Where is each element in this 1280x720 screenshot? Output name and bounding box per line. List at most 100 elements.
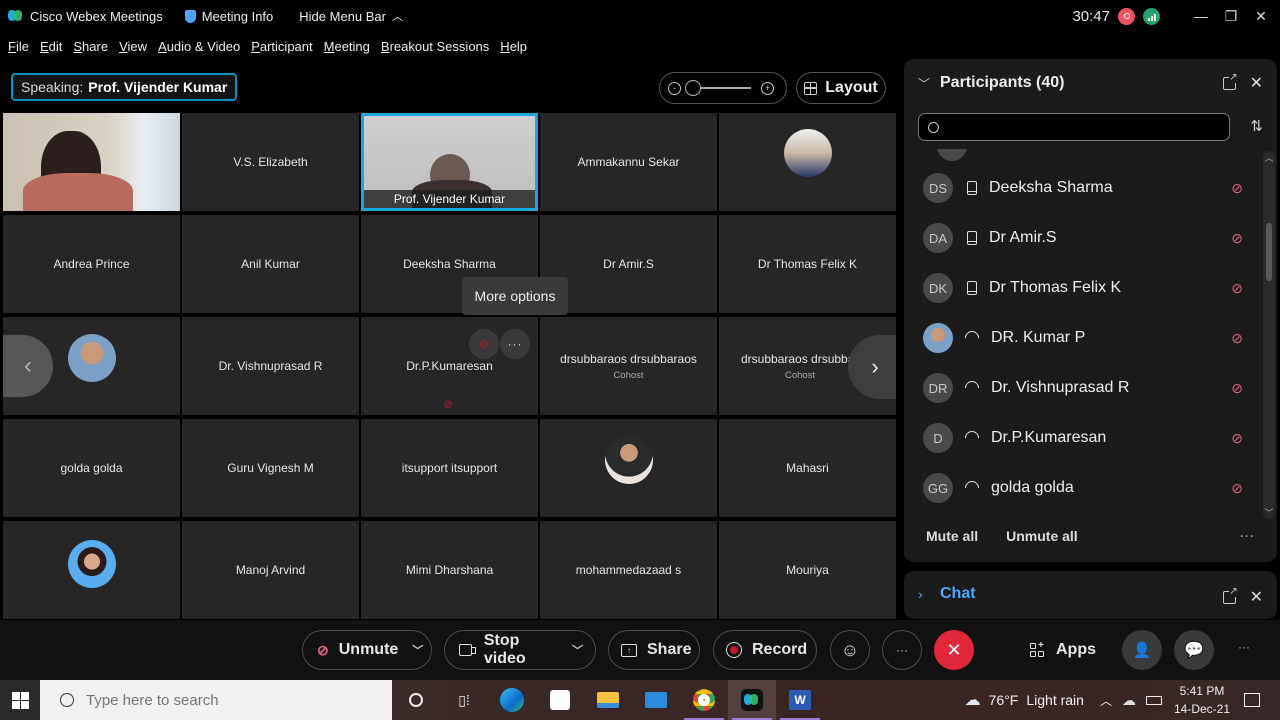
participant-tile-hovered[interactable]: Dr.P.Kumaresan ⊘ ··· ⊘ xyxy=(361,317,538,415)
close-icon[interactable]: ✕ xyxy=(1250,587,1263,607)
participant-tile[interactable]: golda golda xyxy=(3,419,180,517)
participant-tile[interactable] xyxy=(719,113,896,211)
store-app[interactable] xyxy=(536,680,584,720)
weather-temperature[interactable]: 76°F xyxy=(989,692,1019,708)
muted-mic-icon[interactable]: ⊘ xyxy=(1231,280,1243,297)
menu-share[interactable]: Share xyxy=(73,39,108,54)
recording-indicator-icon[interactable] xyxy=(1118,7,1135,25)
popout-icon[interactable] xyxy=(1222,585,1238,604)
participant-tile[interactable]: drsubbaraos drsubbaraos Cohost › xyxy=(719,317,896,415)
participant-tile[interactable]: Ammakannu Sekar xyxy=(540,113,717,211)
zoom-slider[interactable] xyxy=(685,80,751,96)
webex-app[interactable] xyxy=(728,680,776,720)
participant-tile[interactable]: Mahasri xyxy=(719,419,896,517)
participant-search-input[interactable] xyxy=(945,114,1225,140)
menu-view[interactable]: View xyxy=(119,39,147,54)
start-button[interactable] xyxy=(0,680,40,720)
reactions-button[interactable]: ☺ xyxy=(830,630,870,670)
active-speaker-tile[interactable]: Prof. Vijender Kumar xyxy=(361,113,538,211)
participant-tile[interactable]: Anil Kumar xyxy=(182,215,359,313)
participant-row[interactable]: GG golda golda ⊘ xyxy=(918,463,1248,513)
participant-tile[interactable]: Mimi Dharshana xyxy=(361,521,538,619)
participant-tile[interactable]: drsubbaraos drsubbaraos Cohost xyxy=(540,317,717,415)
close-icon[interactable]: ✕ xyxy=(1250,73,1263,93)
chrome-app[interactable] xyxy=(680,680,728,720)
participant-tile[interactable] xyxy=(540,419,717,517)
show-hidden-icons-icon[interactable]: ︿ xyxy=(1100,692,1112,709)
weather-cloud-icon[interactable]: ☁ xyxy=(965,690,981,710)
menu-edit[interactable]: Edit xyxy=(40,39,62,54)
network-health-icon[interactable] xyxy=(1143,7,1160,25)
record-button[interactable]: Record xyxy=(713,630,817,670)
battery-icon[interactable] xyxy=(1145,695,1162,705)
zoom-out-icon[interactable]: - xyxy=(668,81,681,95)
muted-mic-icon[interactable]: ⊘ xyxy=(1231,330,1243,347)
taskbar-search[interactable] xyxy=(40,680,392,720)
unmute-all-button[interactable]: Unmute all xyxy=(1006,528,1078,544)
mail-app[interactable] xyxy=(632,680,680,720)
tile-more-options-button[interactable]: ··· xyxy=(500,329,530,359)
participant-search-field[interactable] xyxy=(918,113,1230,141)
tile-mute-button[interactable]: ⊘ xyxy=(469,329,499,359)
restore-button[interactable]: ❐ xyxy=(1216,0,1246,32)
participant-tile[interactable]: Dr. Vishnuprasad R xyxy=(182,317,359,415)
collapse-chevron-icon[interactable]: ﹀ xyxy=(918,75,938,92)
chevron-down-icon[interactable]: ﹀ xyxy=(412,642,423,658)
participant-row[interactable]: DR. Kumar P ⊘ xyxy=(918,313,1248,363)
video-tile[interactable] xyxy=(3,113,180,211)
minimize-button[interactable]: — xyxy=(1186,0,1216,32)
menu-help[interactable]: Help xyxy=(500,39,527,54)
participants-more-button[interactable]: ··· xyxy=(1240,529,1255,543)
scrollbar-thumb[interactable] xyxy=(1266,223,1272,281)
expand-chevron-icon[interactable]: › xyxy=(918,586,923,602)
muted-mic-icon[interactable]: ⊘ xyxy=(1231,380,1243,397)
chevron-down-icon[interactable]: ﹀ xyxy=(572,642,583,658)
zoom-slider-knob[interactable] xyxy=(685,80,701,96)
participant-tile[interactable]: itsupport itsupport xyxy=(361,419,538,517)
layout-button[interactable]: Layout xyxy=(796,72,886,104)
participant-tile[interactable]: ‹ xyxy=(3,317,180,415)
muted-mic-icon[interactable]: ⊘ xyxy=(1231,180,1243,197)
popout-icon[interactable] xyxy=(1222,71,1238,90)
notifications-icon[interactable] xyxy=(1244,693,1260,707)
participants-toggle-button[interactable]: 👤 xyxy=(1122,630,1162,670)
menu-breakout-sessions[interactable]: Breakout Sessions xyxy=(381,39,489,54)
participant-row[interactable]: DS Deeksha Sharma ⊘ xyxy=(918,163,1248,213)
participant-tile[interactable]: Guru Vignesh M xyxy=(182,419,359,517)
weather-description[interactable]: Light rain xyxy=(1026,692,1084,708)
participant-tile[interactable]: V.S. Elizabeth xyxy=(182,113,359,211)
menu-participant[interactable]: Participant xyxy=(251,39,312,54)
leave-meeting-button[interactable]: ✕ xyxy=(934,630,974,670)
overflow-button[interactable]: ··· xyxy=(1238,640,1250,654)
meeting-info-button[interactable]: Meeting Info xyxy=(184,9,273,24)
participant-row[interactable]: D Dr.P.Kumaresan ⊘ xyxy=(918,413,1248,463)
share-button[interactable]: ↑ Share xyxy=(608,630,700,670)
mute-all-button[interactable]: Mute all xyxy=(926,528,978,544)
next-page-button[interactable]: › xyxy=(848,335,896,399)
hide-menu-bar-button[interactable]: Hide Menu Bar ︿ xyxy=(299,8,403,24)
chat-panel[interactable]: › Chat ✕ xyxy=(904,571,1277,619)
participant-row[interactable]: DK Dr Thomas Felix K ⊘ xyxy=(918,263,1248,313)
previous-page-button[interactable]: ‹ xyxy=(3,335,53,397)
taskbar-clock[interactable]: 5:41 PM 14-Dec-21 xyxy=(1174,682,1230,718)
onedrive-icon[interactable]: ☁ xyxy=(1122,692,1136,709)
scroll-down-icon[interactable]: ﹀ xyxy=(1263,506,1275,519)
participant-tile[interactable]: Dr Thomas Felix K xyxy=(719,215,896,313)
chat-toggle-button[interactable]: 💬 xyxy=(1174,630,1214,670)
participant-tile[interactable]: Mouriya xyxy=(719,521,896,619)
close-window-button[interactable]: ✕ xyxy=(1246,0,1276,32)
zoom-in-icon[interactable]: + xyxy=(761,81,774,95)
participant-row[interactable]: DA Dr Amir.S ⊘ xyxy=(918,213,1248,263)
sort-icon[interactable]: ⇅ xyxy=(1250,117,1263,135)
chat-title[interactable]: Chat xyxy=(940,585,976,603)
participant-row[interactable]: DR Dr. Vishnuprasad R ⊘ xyxy=(918,363,1248,413)
participant-list-scrollbar[interactable]: ︿ ﹀ xyxy=(1263,151,1275,519)
menu-audio-video[interactable]: Audio & Video xyxy=(158,39,240,54)
participant-tile[interactable] xyxy=(3,521,180,619)
muted-mic-icon[interactable]: ⊘ xyxy=(1231,480,1243,497)
participant-tile[interactable]: Andrea Prince xyxy=(3,215,180,313)
menu-file[interactable]: File xyxy=(8,39,29,54)
muted-mic-icon[interactable]: ⊘ xyxy=(1231,430,1243,447)
scroll-up-icon[interactable]: ︿ xyxy=(1263,151,1275,164)
apps-button[interactable]: + Apps xyxy=(1030,630,1096,670)
